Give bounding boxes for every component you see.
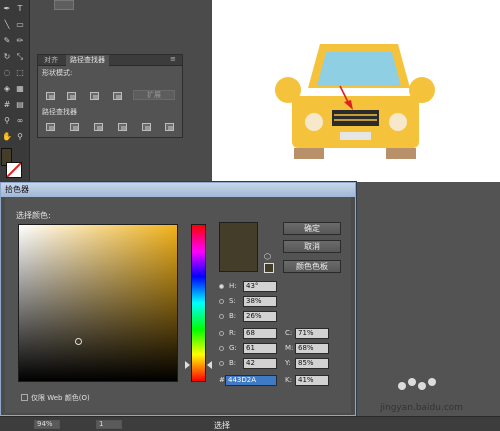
rectangle-tool-icon[interactable]: ▭	[15, 20, 25, 30]
color-field-cursor-icon[interactable]	[75, 338, 82, 345]
cancel-button[interactable]: 取消	[283, 240, 341, 253]
color-field[interactable]	[18, 224, 178, 382]
pathfinder-minus-back-icon[interactable]	[165, 123, 174, 131]
web-safe-swatch[interactable]	[264, 263, 274, 273]
zoom-tool-icon[interactable]: ⚲	[15, 132, 25, 142]
yellow-label: Y:	[285, 359, 291, 367]
hand-tool-icon[interactable]: ✋	[2, 132, 12, 142]
car-license-plate	[340, 132, 371, 140]
free-transform-tool-icon[interactable]: ⬚	[15, 68, 25, 78]
dialog-title: 拾色器	[1, 183, 355, 197]
hue-slider-right-arrow-icon[interactable]	[207, 361, 212, 369]
pathfinder-panel-tabs: 对齐 路径查找器 ≡	[38, 55, 182, 66]
color-swatches-button[interactable]: 颜色色板	[283, 260, 341, 273]
pathfinder-unite-icon[interactable]	[46, 92, 55, 100]
green-radio[interactable]	[219, 346, 224, 351]
shape-modes-label: 形状模式:	[42, 69, 73, 77]
select-color-label: 选择颜色:	[16, 211, 51, 220]
color-picker-dialog: 拾色器 选择颜色: ⬡ 确定 取消 颜色色板 H: 43° S: 38% B: …	[0, 182, 356, 416]
color-preview	[219, 222, 258, 272]
web-safe-cube-icon[interactable]: ⬡	[264, 252, 271, 261]
hue-slider-left-arrow-icon[interactable]	[185, 361, 190, 369]
pathfinder-crop-icon[interactable]	[118, 123, 127, 131]
perspective-tool-icon[interactable]: ▦	[15, 84, 25, 94]
artboard-number-field[interactable]: 1	[96, 420, 122, 429]
saturation-radio[interactable]	[219, 299, 224, 304]
black-field[interactable]: 41%	[295, 375, 329, 386]
pathfinder-minus-front-icon[interactable]	[67, 92, 76, 100]
blue-label: B:	[229, 359, 237, 367]
car-right-wheel	[386, 148, 416, 159]
hue-field[interactable]: 43°	[243, 281, 277, 292]
saturation-label: S:	[229, 297, 236, 305]
hue-slider[interactable]	[191, 224, 206, 382]
eyedropper-tool-icon[interactable]: ⚲	[2, 116, 12, 126]
stroke-color-swatch[interactable]	[6, 162, 22, 178]
pathfinder-panel: 对齐 路径查找器 ≡ 形状模式: 扩展 路径查找器	[37, 54, 183, 138]
web-colors-only-checkbox[interactable]	[21, 394, 28, 401]
line-tool-icon[interactable]: ╲	[2, 20, 12, 30]
brightness-label: B:	[229, 312, 237, 320]
pathfinder-exclude-icon[interactable]	[113, 92, 122, 100]
blend-tool-icon[interactable]: ∞	[15, 116, 25, 126]
panel-collapse-button[interactable]	[54, 0, 74, 10]
red-field[interactable]: 68	[243, 328, 277, 339]
black-label: K:	[285, 376, 292, 384]
status-bar: 94% 1 选择	[0, 416, 500, 431]
tab-pathfinder[interactable]: 路径查找器	[66, 55, 109, 66]
car-left-wheel	[294, 148, 324, 159]
brightness-radio[interactable]	[219, 314, 224, 319]
brightness-field[interactable]: 26%	[243, 311, 277, 322]
mesh-tool-icon[interactable]: #	[2, 100, 12, 110]
hue-label: H:	[229, 282, 237, 290]
hex-field[interactable]: 443D2A	[225, 375, 277, 386]
magenta-field[interactable]: 68%	[295, 343, 329, 354]
pathfinder-divide-icon[interactable]	[46, 123, 55, 131]
car-illustration[interactable]	[270, 40, 440, 162]
watermark-text: jingyan.baidu.com	[380, 403, 464, 413]
green-field[interactable]: 61	[243, 343, 277, 354]
blue-field[interactable]: 42	[243, 358, 277, 369]
saturation-field[interactable]: 38%	[243, 296, 277, 307]
blue-radio[interactable]	[219, 361, 224, 366]
web-colors-only-label: 仅限 Web 颜色(O)	[31, 394, 90, 402]
type-tool-icon[interactable]: T	[15, 4, 25, 14]
car-left-headlight	[305, 113, 323, 131]
red-label: R:	[229, 329, 237, 337]
pathfinder-merge-icon[interactable]	[94, 123, 103, 131]
shape-builder-tool-icon[interactable]: ◈	[2, 84, 12, 94]
pathfinder-outline-icon[interactable]	[142, 123, 151, 131]
pathfinders-label: 路径查找器	[42, 108, 77, 116]
ok-button[interactable]: 确定	[283, 222, 341, 235]
gradient-tool-icon[interactable]: ▤	[15, 100, 25, 110]
rotate-tool-icon[interactable]: ↻	[2, 52, 12, 62]
warp-tool-icon[interactable]: ◌	[2, 68, 12, 78]
expand-button[interactable]: 扩展	[133, 90, 175, 100]
brush-tool-icon[interactable]: ✎	[2, 36, 12, 46]
pencil-tool-icon[interactable]: ✏	[15, 36, 25, 46]
car-grille	[332, 110, 379, 126]
tab-align[interactable]: 对齐	[40, 55, 62, 66]
pathfinder-intersect-icon[interactable]	[90, 92, 99, 100]
pen-tool-icon[interactable]: ✒	[2, 4, 12, 14]
hex-label: #	[219, 376, 225, 384]
cyan-field[interactable]: 71%	[295, 328, 329, 339]
car-right-headlight	[389, 113, 407, 131]
yellow-field[interactable]: 85%	[295, 358, 329, 369]
panel-menu-icon[interactable]: ≡	[170, 55, 176, 63]
green-label: G:	[229, 344, 237, 352]
cyan-label: C:	[285, 329, 293, 337]
magenta-label: M:	[285, 344, 294, 352]
current-tool-label: 选择	[214, 421, 230, 430]
red-radio[interactable]	[219, 331, 224, 336]
car-window	[317, 52, 401, 86]
pathfinder-trim-icon[interactable]	[70, 123, 79, 131]
zoom-field[interactable]: 94%	[34, 420, 60, 429]
hue-radio[interactable]	[219, 284, 224, 289]
scale-tool-icon[interactable]: ⤡	[15, 52, 25, 62]
